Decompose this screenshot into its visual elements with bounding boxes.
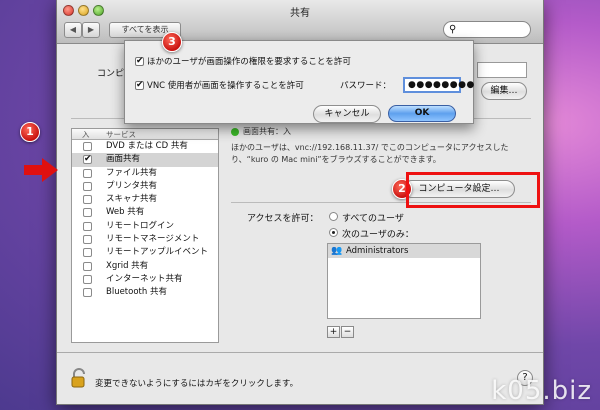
back-button[interactable]: ◀ (64, 22, 82, 38)
service-row[interactable]: ✔ 画面共有 (72, 153, 218, 167)
search-input[interactable]: ⚲ (443, 21, 531, 38)
service-label: リモートログイン (106, 220, 175, 231)
request-permission-label: ほかのユーザが画面操作の権限を要求することを許可 (147, 57, 351, 67)
service-row[interactable]: リモートログイン (72, 220, 218, 233)
users-list: 👥 Administrators (327, 243, 481, 319)
service-label: スキャナ共有 (106, 194, 158, 205)
service-row[interactable]: Web 共有 (72, 206, 218, 219)
request-permission-checkbox[interactable]: ✔ (135, 57, 144, 66)
services-list-header: 入 サービス (72, 129, 218, 140)
user-name: Administrators (346, 246, 409, 256)
service-label: インターネット共有 (106, 273, 183, 284)
service-checkbox[interactable] (83, 235, 92, 245)
service-row[interactable]: Xgrid 共有 (72, 260, 218, 273)
service-status-label: 画面共有：入 (243, 127, 291, 136)
service-row[interactable]: プリンタ共有 (72, 180, 218, 193)
radio-all-users[interactable] (329, 212, 338, 221)
service-label: リモートアップルイベント (106, 247, 209, 258)
service-row[interactable]: Bluetooth 共有 (72, 286, 218, 299)
window-title: 共有 (290, 8, 310, 19)
cancel-button[interactable]: キャンセル (313, 105, 381, 123)
title-bar: 共有 ◀ ▶ すべてを表示 ⚲ (57, 0, 543, 44)
service-label: ファイル共有 (106, 167, 158, 178)
vnc-control-checkbox[interactable]: ✔ (135, 81, 144, 90)
ok-button[interactable]: OK (388, 105, 456, 122)
service-row[interactable]: ファイル共有 (72, 167, 218, 180)
service-label: Bluetooth 共有 (106, 287, 167, 298)
radio-only-users-label: 次のユーザのみ： (342, 230, 414, 240)
annotation-badge-1: 1 (20, 122, 40, 142)
password-label: パスワード： (340, 81, 392, 91)
service-checkbox[interactable] (83, 168, 92, 178)
radio-all-users-label: すべてのユーザ (342, 214, 404, 224)
service-label: Xgrid 共有 (106, 260, 149, 271)
lock-icon[interactable] (71, 368, 87, 388)
add-user-button[interactable]: + (327, 326, 340, 338)
service-checkbox[interactable] (83, 142, 92, 151)
forward-button[interactable]: ▶ (82, 22, 100, 38)
access-label: アクセスを許可： (247, 214, 319, 224)
header-on: 入 (82, 130, 90, 139)
list-item[interactable]: 👥 Administrators (328, 244, 480, 258)
service-row[interactable]: インターネット共有 (72, 273, 218, 286)
service-checkbox[interactable]: ✔ (83, 155, 92, 165)
screen-sharing-options-sheet: ✔ ほかのユーザが画面操作の権限を要求することを許可 ✔ VNC 使用者が画面を… (124, 40, 474, 124)
remove-user-button[interactable]: − (341, 326, 354, 338)
service-checkbox[interactable] (83, 181, 92, 191)
annotation-arrow-icon (24, 158, 58, 182)
service-checkbox[interactable] (83, 221, 92, 231)
group-icon: 👥 (331, 246, 343, 256)
service-label: DVD または CD 共有 (106, 141, 188, 151)
service-label: 画面共有 (106, 154, 141, 165)
lock-message: 変更できないようにするにはカギをクリックします。 (95, 379, 299, 389)
service-checkbox[interactable] (83, 274, 92, 284)
service-row[interactable]: リモートマネージメント (72, 233, 218, 246)
service-label: プリンタ共有 (106, 180, 158, 191)
service-checkbox[interactable] (83, 261, 92, 271)
watermark: k05.biz (491, 376, 592, 406)
footer-separator (57, 352, 543, 353)
edit-button[interactable]: 編集… (481, 82, 527, 100)
computer-name-field[interactable] (477, 62, 527, 78)
service-label: Web 共有 (106, 207, 145, 218)
magnifier-icon: ⚲ (449, 24, 457, 35)
service-label: リモートマネージメント (106, 234, 200, 245)
description-line-1: ほかのユーザは、vnc://192.168.11.37/ でこのコンピュータにア… (231, 143, 509, 152)
header-service: サービス (106, 130, 136, 139)
service-checkbox[interactable] (83, 248, 92, 258)
service-row[interactable]: スキャナ共有 (72, 193, 218, 206)
annotation-highlight-box (406, 172, 540, 208)
vnc-control-label: VNC 使用者が画面を操作することを許可 (147, 81, 304, 91)
service-checkbox[interactable] (83, 288, 92, 298)
status-indicator-icon (231, 128, 239, 136)
service-checkbox[interactable] (83, 195, 92, 205)
service-checkbox[interactable] (83, 208, 92, 218)
description-line-2: り、“kuro の Mac mini”をブラウズすることができます。 (231, 155, 441, 164)
services-list: 入 サービス DVD または CD 共有 ✔ 画面共有ファイル共有 プリンタ共有 スキャ… (71, 128, 219, 343)
annotation-badge-3: 3 (162, 32, 182, 52)
radio-only-users[interactable] (329, 228, 338, 237)
service-row[interactable]: リモートアップルイベント (72, 246, 218, 259)
password-field[interactable]: ●●●●●●●● (403, 77, 474, 93)
service-row[interactable]: DVD または CD 共有 (72, 140, 218, 153)
